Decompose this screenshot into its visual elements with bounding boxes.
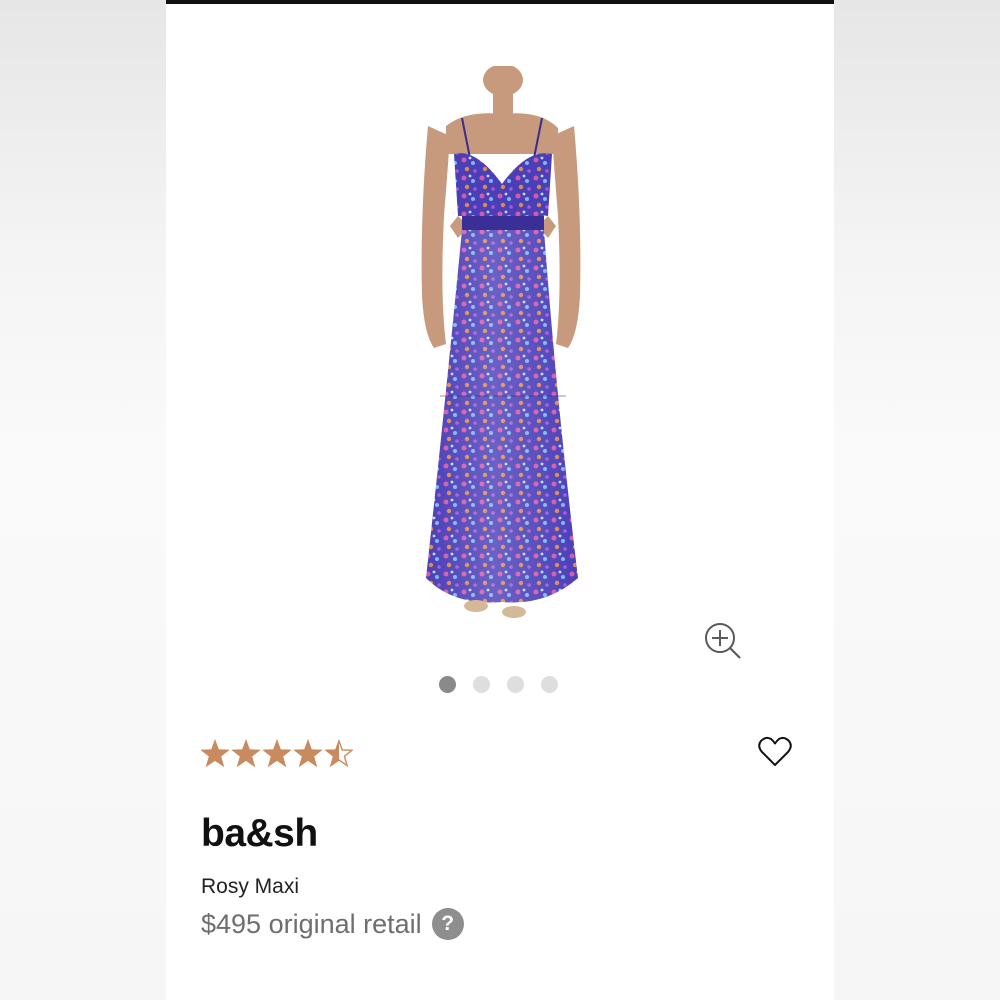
product-name: Rosy Maxi xyxy=(201,875,300,898)
carousel-dot[interactable] xyxy=(439,676,456,693)
brand-name[interactable]: ba&sh xyxy=(201,812,318,856)
zoom-button[interactable] xyxy=(702,620,744,662)
zoom-in-icon xyxy=(705,623,741,659)
product-image[interactable] xyxy=(406,66,596,622)
carousel-indicator xyxy=(439,676,558,693)
star-icon xyxy=(325,738,353,768)
carousel-dot[interactable] xyxy=(473,676,490,693)
help-icon[interactable]: ? xyxy=(431,908,464,940)
star-icon xyxy=(201,738,229,768)
carousel-dot[interactable] xyxy=(507,676,524,693)
top-divider xyxy=(166,0,834,4)
heart-icon xyxy=(758,736,792,766)
original-retail-price: $495 original retail xyxy=(201,908,422,939)
carousel-dot[interactable] xyxy=(541,676,558,693)
star-icon xyxy=(294,738,322,768)
star-rating xyxy=(201,738,353,768)
background-left-panel xyxy=(0,0,166,1000)
product-card: ba&sh Rosy Maxi $495 original retail ? xyxy=(166,0,834,1000)
star-icon xyxy=(232,738,260,768)
price-row: $495 original retail ? xyxy=(201,908,464,940)
favorite-button[interactable] xyxy=(756,734,794,770)
star-icon xyxy=(263,738,291,768)
background-right-panel xyxy=(834,0,1000,1000)
